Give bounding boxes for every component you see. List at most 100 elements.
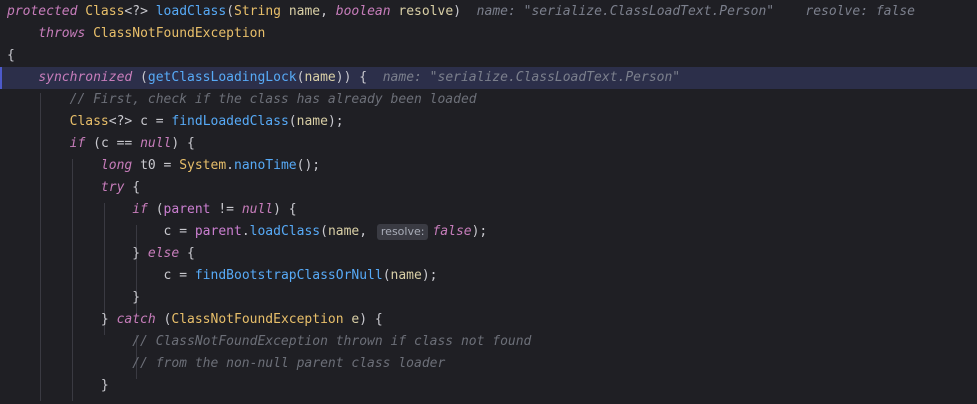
code-token: ClassNotFoundException bbox=[93, 26, 266, 41]
code-line[interactable]: // First, check if the class has already… bbox=[0, 89, 977, 111]
code-token: parent bbox=[163, 202, 211, 217]
code-token: ); bbox=[327, 114, 344, 129]
code-token: String bbox=[234, 4, 281, 19]
current-line[interactable]: synchronized (getClassLoadingLock(name))… bbox=[0, 67, 977, 89]
code-token: } bbox=[7, 312, 117, 327]
code-line[interactable]: // ClassNotFoundException thrown if clas… bbox=[0, 331, 977, 353]
code-token: ( bbox=[320, 224, 328, 239]
code-line[interactable]: } catch (ClassNotFoundException e) { bbox=[0, 309, 977, 331]
code-token: ) { bbox=[359, 312, 383, 327]
code-token: resolve bbox=[398, 4, 454, 19]
code-token: if bbox=[132, 202, 148, 217]
code-token: (); bbox=[296, 158, 321, 173]
code-line-text: } bbox=[7, 287, 140, 309]
code-token: <?> bbox=[124, 4, 156, 19]
code-token: ( bbox=[382, 268, 391, 283]
code-token: c bbox=[100, 136, 109, 151]
code-line-text: { bbox=[7, 45, 15, 67]
code-token: )) { bbox=[335, 70, 368, 85]
code-token: parent bbox=[194, 224, 242, 239]
code-line-text: // from the non-null parent class loader bbox=[7, 353, 445, 375]
code-token: System bbox=[179, 158, 227, 173]
code-token: t0 bbox=[140, 158, 156, 173]
code-line[interactable]: c = findBootstrapClassOrNull(name); bbox=[0, 265, 977, 287]
code-line-text: c = parent.loadClass(name, resolve: false… bbox=[7, 221, 487, 243]
code-token: else bbox=[147, 246, 180, 261]
code-token: ) { bbox=[273, 202, 297, 217]
code-line[interactable]: // from the non-null parent class loader bbox=[0, 353, 977, 375]
code-token: ( bbox=[147, 202, 164, 217]
code-token: null bbox=[140, 136, 172, 151]
code-token: Class bbox=[85, 4, 125, 19]
code-token: name bbox=[288, 4, 321, 19]
code-line-text: if (c == null) { bbox=[7, 133, 195, 155]
code-line-text: try { bbox=[7, 177, 140, 199]
code-line[interactable]: } bbox=[0, 287, 977, 309]
code-token: . bbox=[226, 158, 234, 173]
code-token: // from the non-null parent class loader bbox=[7, 356, 446, 371]
code-line-text: c = findBootstrapClassOrNull(name); bbox=[7, 265, 438, 287]
code-line-text: } catch (ClassNotFoundException e) { bbox=[7, 309, 383, 331]
code-token: long bbox=[100, 158, 133, 173]
code-line[interactable]: long t0 = System.nanoTime(); bbox=[0, 155, 977, 177]
code-token: != bbox=[210, 202, 242, 217]
code-line[interactable]: protected Class<?> loadClass(String name… bbox=[0, 1, 977, 23]
code-token: name bbox=[296, 114, 328, 129]
code-line[interactable]: if (parent != null) { bbox=[0, 199, 977, 221]
code-token: <?> bbox=[108, 114, 141, 129]
code-token: // ClassNotFoundException thrown if clas… bbox=[7, 334, 532, 349]
code-token: } bbox=[132, 246, 148, 261]
code-token: false bbox=[432, 224, 472, 239]
code-token: ( bbox=[85, 136, 101, 151]
code-token: { bbox=[7, 48, 15, 63]
code-line[interactable]: } bbox=[0, 375, 977, 397]
code-token: . bbox=[241, 224, 250, 239]
debug-value-hint: name: "serialize.ClassLoadText.Person" r… bbox=[461, 4, 915, 19]
code-token: { bbox=[124, 180, 141, 195]
code-token: name bbox=[327, 224, 360, 239]
code-line[interactable]: throws ClassNotFoundException bbox=[0, 23, 977, 45]
code-token: getClassLoadingLock bbox=[147, 70, 297, 85]
code-token: } bbox=[7, 378, 109, 393]
code-token: name bbox=[304, 70, 336, 85]
code-line[interactable]: Class<?> c = findLoadedClass(name); bbox=[0, 111, 977, 133]
code-token: name bbox=[390, 268, 422, 283]
code-token: boolean bbox=[335, 4, 391, 19]
code-token: ( bbox=[288, 114, 297, 129]
code-token: ) { bbox=[171, 136, 195, 151]
code-token: , bbox=[359, 224, 375, 239]
code-line[interactable]: try { bbox=[0, 177, 977, 199]
parameter-hint: resolve: bbox=[376, 224, 429, 240]
code-line[interactable]: if (c == null) { bbox=[0, 133, 977, 155]
code-line[interactable]: c = parent.loadClass(name, resolve: false… bbox=[0, 221, 977, 243]
code-token: protected bbox=[7, 4, 78, 19]
code-line[interactable]: } else { bbox=[0, 243, 977, 265]
code-line-text: if (parent != null) { bbox=[7, 199, 297, 221]
code-line-text: protected Class<?> loadClass(String name… bbox=[7, 1, 915, 23]
code-line-text: long t0 = System.nanoTime(); bbox=[7, 155, 320, 177]
code-token: ClassNotFoundException bbox=[171, 312, 344, 327]
debug-value-hint: name: "serialize.ClassLoadText.Person" bbox=[367, 70, 681, 85]
code-editor[interactable]: protected Class<?> loadClass(String name… bbox=[0, 0, 977, 404]
code-token: , bbox=[320, 4, 336, 19]
code-line[interactable]: { bbox=[0, 45, 977, 67]
code-token: if bbox=[69, 136, 86, 151]
code-token: throws bbox=[38, 26, 86, 41]
code-token: } bbox=[7, 290, 141, 305]
code-token: nanoTime bbox=[234, 158, 297, 173]
code-token: == bbox=[108, 136, 141, 151]
code-token: try bbox=[100, 180, 125, 195]
code-token: synchronized bbox=[38, 70, 133, 85]
code-token: ( bbox=[132, 70, 148, 85]
code-line-text: synchronized (getClassLoadingLock(name))… bbox=[7, 67, 680, 89]
